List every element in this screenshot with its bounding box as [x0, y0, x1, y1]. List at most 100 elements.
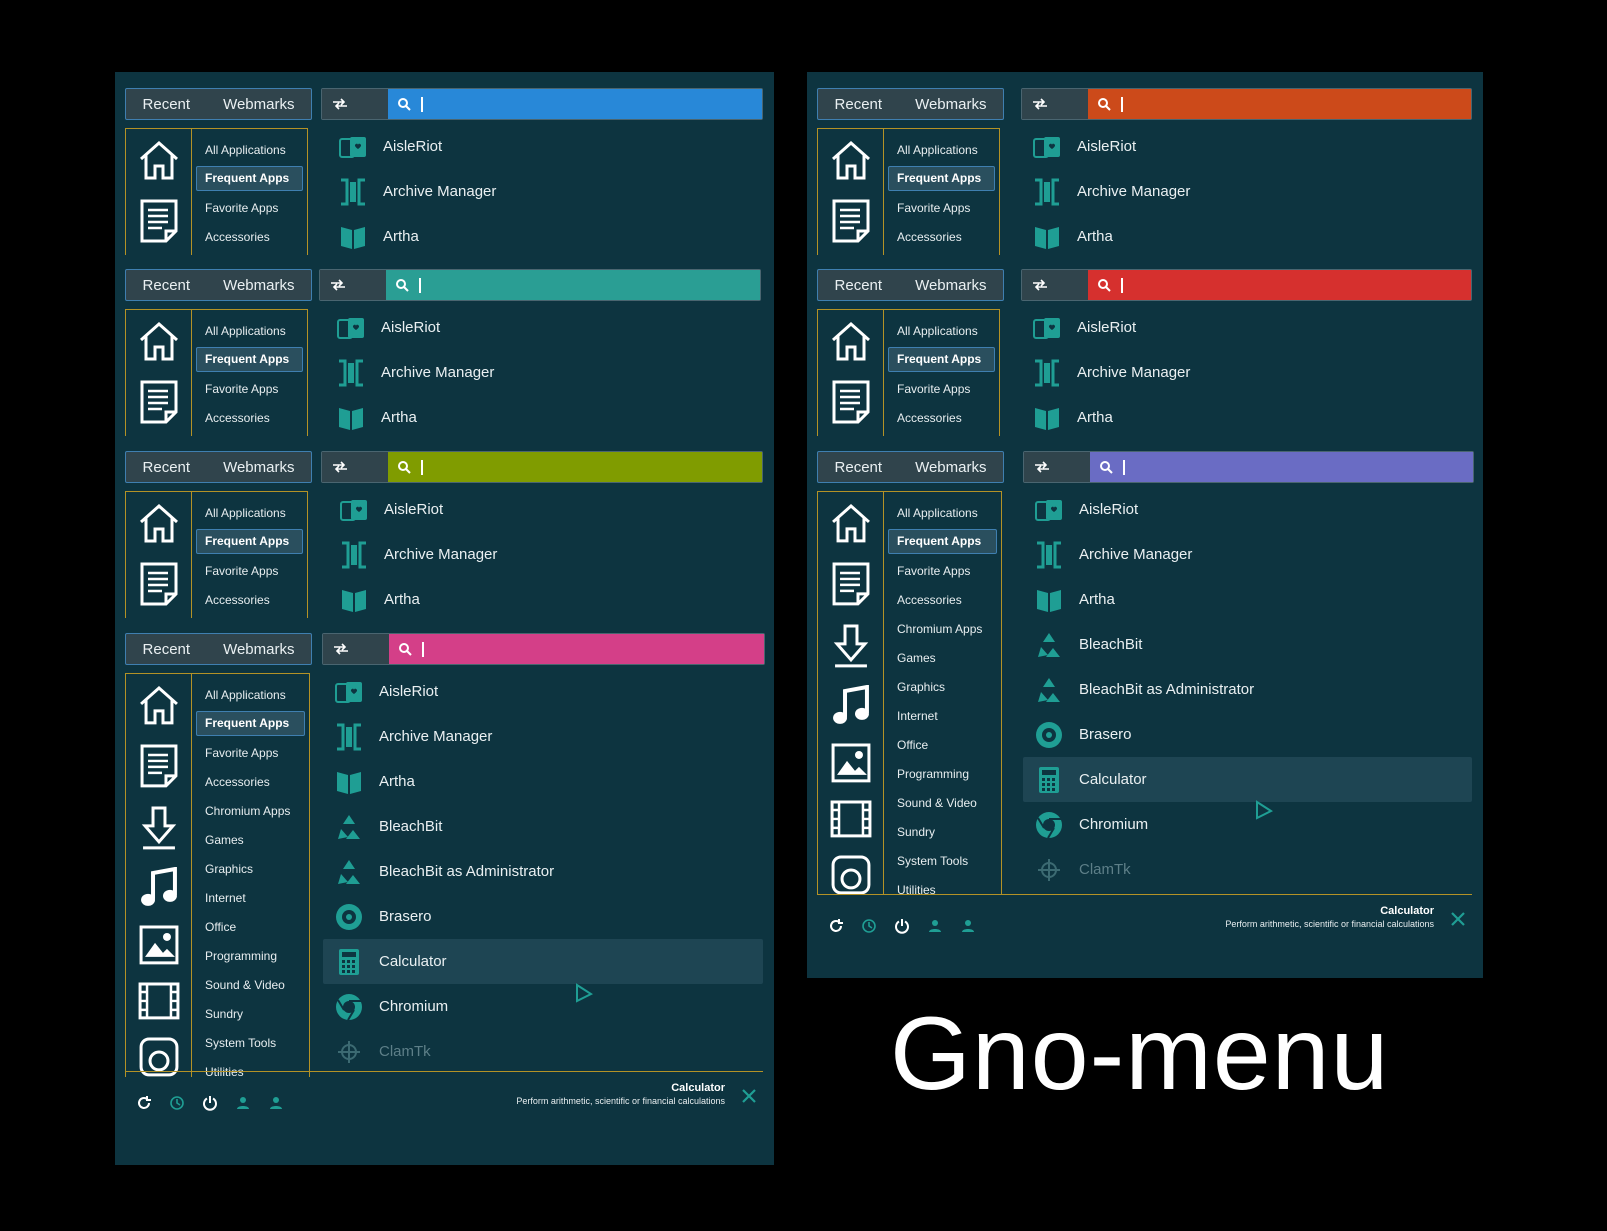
category-frequent-apps[interactable]: Frequent Apps: [196, 711, 305, 736]
category-all-applications[interactable]: All Applications: [888, 135, 995, 164]
search-input[interactable]: [1088, 89, 1471, 119]
category-favorite-apps[interactable]: Favorite Apps: [888, 374, 995, 403]
download-icon[interactable]: [141, 806, 177, 850]
category-chromium-apps[interactable]: Chromium Apps: [888, 614, 997, 643]
app-item-artha[interactable]: Artha: [323, 759, 763, 804]
refresh-icon[interactable]: [827, 917, 845, 935]
user-icon[interactable]: [926, 917, 944, 935]
document-icon[interactable]: [831, 561, 871, 607]
view-switch-button[interactable]: [323, 634, 389, 664]
category-office[interactable]: Office: [888, 730, 997, 759]
image-icon[interactable]: [831, 743, 871, 783]
category-chromium-apps[interactable]: Chromium Apps: [196, 796, 305, 825]
app-item-archive-manager[interactable]: Archive Manager: [1023, 532, 1472, 577]
download-icon[interactable]: [833, 624, 869, 668]
tab-recent[interactable]: Recent: [831, 459, 887, 476]
home-icon[interactable]: [137, 502, 181, 544]
category-accessories[interactable]: Accessories: [196, 222, 303, 251]
tab-webmarks[interactable]: Webmarks: [911, 459, 990, 476]
app-item-bleachbit[interactable]: BleachBit: [323, 804, 763, 849]
view-switch-button[interactable]: [1022, 89, 1088, 119]
category-all-applications[interactable]: All Applications: [196, 498, 303, 527]
tab-webmarks[interactable]: Webmarks: [911, 277, 990, 294]
document-icon[interactable]: [139, 743, 179, 789]
tab-webmarks[interactable]: Webmarks: [219, 277, 298, 294]
category-sundry[interactable]: Sundry: [888, 817, 997, 846]
settings-icon[interactable]: [1450, 911, 1466, 932]
tab-recent[interactable]: Recent: [139, 277, 195, 294]
category-favorite-apps[interactable]: Favorite Apps: [196, 556, 303, 585]
home-icon[interactable]: [137, 684, 181, 726]
user-switch-icon[interactable]: [267, 1094, 285, 1112]
view-switch-button[interactable]: [320, 270, 386, 300]
app-item-archive-manager[interactable]: Archive Manager: [323, 714, 763, 759]
app-item-aisleriot[interactable]: AisleRiot: [325, 305, 765, 350]
document-icon[interactable]: [831, 379, 871, 425]
search-input[interactable]: [389, 634, 764, 664]
tab-webmarks[interactable]: Webmarks: [219, 96, 298, 113]
category-all-applications[interactable]: All Applications: [888, 316, 995, 345]
power-icon[interactable]: [893, 917, 911, 935]
app-item-artha[interactable]: Artha: [325, 395, 765, 440]
category-frequent-apps[interactable]: Frequent Apps: [196, 166, 303, 191]
view-switch-button[interactable]: [1024, 452, 1090, 482]
document-icon[interactable]: [139, 198, 179, 244]
app-item-artha[interactable]: Artha: [1023, 577, 1472, 622]
view-switch-button[interactable]: [322, 89, 388, 119]
app-item-aisleriot[interactable]: AisleRiot: [1023, 487, 1472, 532]
category-games[interactable]: Games: [888, 643, 997, 672]
document-icon[interactable]: [139, 379, 179, 425]
app-item-calculator[interactable]: Calculator: [323, 939, 763, 984]
refresh-icon[interactable]: [135, 1094, 153, 1112]
tab-recent[interactable]: Recent: [139, 459, 195, 476]
category-accessories[interactable]: Accessories: [888, 403, 995, 432]
category-office[interactable]: Office: [196, 912, 305, 941]
tab-webmarks[interactable]: Webmarks: [911, 96, 990, 113]
search-input[interactable]: [388, 452, 762, 482]
disk-icon[interactable]: [831, 855, 871, 895]
app-item-aisleriot[interactable]: AisleRiot: [323, 669, 763, 714]
app-item-bleachbit[interactable]: BleachBit: [1023, 622, 1472, 667]
home-icon[interactable]: [137, 139, 181, 181]
category-favorite-apps[interactable]: Favorite Apps: [196, 738, 305, 767]
home-icon[interactable]: [137, 320, 181, 362]
app-item-aisleriot[interactable]: AisleRiot: [1021, 305, 1470, 350]
power-icon[interactable]: [201, 1094, 219, 1112]
user-icon[interactable]: [234, 1094, 252, 1112]
app-item-artha[interactable]: Artha: [328, 577, 768, 622]
category-games[interactable]: Games: [196, 825, 305, 854]
app-item-brasero[interactable]: Brasero: [1023, 712, 1472, 757]
category-accessories[interactable]: Accessories: [196, 767, 305, 796]
home-icon[interactable]: [829, 139, 873, 181]
film-icon[interactable]: [830, 800, 872, 838]
category-internet[interactable]: Internet: [196, 883, 305, 912]
category-favorite-apps[interactable]: Favorite Apps: [196, 374, 303, 403]
app-item-archive-manager[interactable]: Archive Manager: [1021, 350, 1470, 395]
category-frequent-apps[interactable]: Frequent Apps: [196, 347, 303, 372]
category-system-tools[interactable]: System Tools: [196, 1028, 305, 1057]
app-item-chromium[interactable]: Chromium: [323, 984, 763, 1029]
category-all-applications[interactable]: All Applications: [196, 680, 305, 709]
music-icon[interactable]: [139, 866, 179, 909]
category-frequent-apps[interactable]: Frequent Apps: [888, 529, 997, 554]
tab-webmarks[interactable]: Webmarks: [219, 459, 298, 476]
tab-recent[interactable]: Recent: [831, 96, 887, 113]
app-item-archive-manager[interactable]: Archive Manager: [1021, 169, 1470, 214]
settings-icon[interactable]: [741, 1088, 757, 1109]
category-sound-video[interactable]: Sound & Video: [196, 970, 305, 999]
tab-recent[interactable]: Recent: [139, 96, 195, 113]
tab-recent[interactable]: Recent: [139, 641, 195, 658]
app-item-bleachbit-admin[interactable]: BleachBit as Administrator: [1023, 667, 1472, 712]
view-switch-button[interactable]: [1022, 270, 1088, 300]
category-sundry[interactable]: Sundry: [196, 999, 305, 1028]
category-frequent-apps[interactable]: Frequent Apps: [888, 347, 995, 372]
category-favorite-apps[interactable]: Favorite Apps: [196, 193, 303, 222]
clock-icon[interactable]: [860, 917, 878, 935]
search-input[interactable]: [386, 270, 760, 300]
search-input[interactable]: [388, 89, 762, 119]
home-icon[interactable]: [829, 502, 873, 544]
app-item-archive-manager[interactable]: Archive Manager: [328, 532, 768, 577]
category-graphics[interactable]: Graphics: [196, 854, 305, 883]
category-accessories[interactable]: Accessories: [196, 403, 303, 432]
category-sound-video[interactable]: Sound & Video: [888, 788, 997, 817]
